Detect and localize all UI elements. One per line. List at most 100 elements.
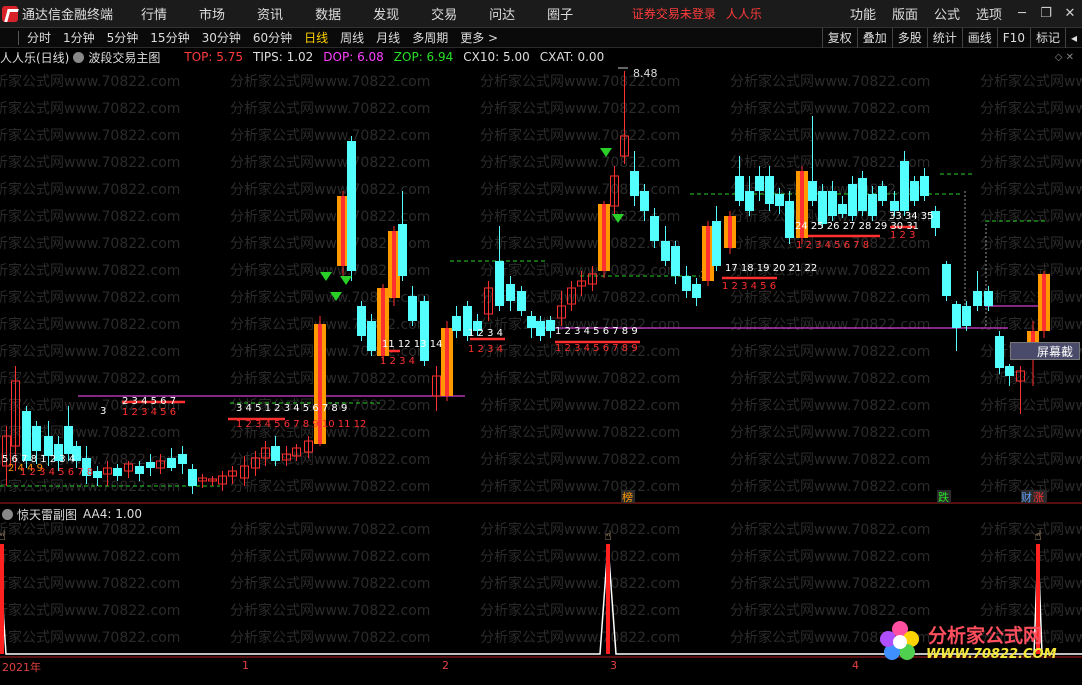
period-5min[interactable]: 5分钟 xyxy=(101,29,145,46)
menu-layout[interactable]: 版面 xyxy=(884,4,926,23)
candle-body-down xyxy=(536,321,545,336)
watermark-text: 分析家公式网www.70822.com xyxy=(480,100,680,117)
period-multi[interactable]: 多周期 xyxy=(406,29,454,46)
sub-dropdown-icon[interactable] xyxy=(2,508,13,520)
watermark-text: 分析家公式网www.70822.com xyxy=(730,397,930,414)
formula-dropdown-icon[interactable] xyxy=(73,51,85,63)
count-label: 11 12 13 14 xyxy=(382,339,442,350)
watermark-text: 分析家公式网www.70822.com xyxy=(730,478,930,495)
watermark-text: 分析家公式网www.70822.com xyxy=(730,370,930,387)
period-30min[interactable]: 30分钟 xyxy=(196,29,247,46)
screenshot-button[interactable]: 屏幕截 xyxy=(1010,342,1080,360)
candle-body-down xyxy=(900,161,909,211)
count-label: 1 2 3 xyxy=(890,230,915,241)
period-toolbar: 分时 1分钟 5分钟 15分钟 30分钟 60分钟 日线 周线 月线 多周期 更… xyxy=(0,27,1082,48)
tool-f10[interactable]: F10 xyxy=(996,27,1030,48)
period-weekly[interactable]: 周线 xyxy=(334,29,370,46)
tool-multi-stock[interactable]: 多股 xyxy=(891,27,927,48)
menu-trade[interactable]: 交易 xyxy=(415,4,473,23)
watermark-text: 分析家公式网www.70822.com xyxy=(730,575,930,592)
watermark-text: 分析家公式网www.70822.com xyxy=(230,370,430,387)
watermark-text: 分析家公式网www.70822.com xyxy=(230,521,430,538)
watermark-text: 分析家公式网www.70822.com xyxy=(980,548,1082,565)
watermark-text: 分析家公式网www.70822.com xyxy=(0,370,180,387)
watermark-text: 分析家公式网www.70822.com xyxy=(730,343,930,360)
watermark-text: 分析家公式网www.70822.com xyxy=(730,521,930,538)
tool-restore-rights[interactable]: 复权 xyxy=(821,27,857,48)
menu-market[interactable]: 行情 xyxy=(125,4,183,23)
candle-body-down xyxy=(838,204,847,214)
badge-bang[interactable]: 榜 xyxy=(622,490,633,504)
minimize-icon[interactable]: ─ xyxy=(1010,6,1034,21)
tool-statistics[interactable]: 统计 xyxy=(926,27,962,48)
candle-body-down xyxy=(818,191,827,224)
period-more[interactable]: 更多 > xyxy=(454,29,504,46)
watermark-text: 分析家公式网www.70822.com xyxy=(0,478,180,495)
candle-body-down xyxy=(93,471,102,478)
candle-body-down xyxy=(527,316,536,328)
menu-circle[interactable]: 圈子 xyxy=(531,4,589,23)
watermark-text: 分析家公式网www.70822.com xyxy=(230,289,430,306)
menu-discover[interactable]: 发现 xyxy=(357,4,415,23)
candle-body-down xyxy=(495,261,504,306)
watermark-text: 分析家公式网www.70822.com xyxy=(980,181,1082,198)
watermark-text: 分析家公式网www.70822.com xyxy=(0,208,180,225)
candle-body-core xyxy=(392,231,396,298)
close-icon[interactable]: ✕ xyxy=(1058,6,1082,21)
tool-collapse[interactable]: ◂ xyxy=(1064,27,1082,48)
menu-data[interactable]: 数据 xyxy=(299,4,357,23)
watermark-text: 分析家公式网www.70822.com xyxy=(0,262,180,279)
period-60min[interactable]: 60分钟 xyxy=(247,29,298,46)
axis-label-month-2: 2 xyxy=(442,659,449,672)
menu-options[interactable]: 选项 xyxy=(968,4,1010,23)
signal-spike-bar xyxy=(606,544,610,654)
menu-formula[interactable]: 公式 xyxy=(926,4,968,23)
menu-bar: 通达信金融终端 行情 市场 资讯 数据 发现 交易 问达 圈子 证券交易未登录 … xyxy=(0,0,1082,28)
flower-logo-icon xyxy=(880,621,919,660)
period-monthly[interactable]: 月线 xyxy=(370,29,406,46)
period-15min[interactable]: 15分钟 xyxy=(144,29,195,46)
high-price-label: 8.48 xyxy=(633,67,658,80)
watermark-text: 分析家公式网www.70822.com xyxy=(980,424,1082,441)
main-kline-chart[interactable]: 分析家公式网www.70822.com 分析家公式网www.70822.com 分析… xyxy=(0,66,1082,504)
candle-body-core xyxy=(445,328,449,396)
menu-markets[interactable]: 市场 xyxy=(183,4,241,23)
watermark-text: 分析家公式网www.70822.com xyxy=(0,127,180,144)
panel-settings-icon[interactable]: ◇ ✕ xyxy=(1055,52,1074,63)
indicator-dop: DOP: 6.08 xyxy=(323,50,384,64)
menu-ask[interactable]: 问达 xyxy=(473,4,531,23)
candle-body-down xyxy=(775,194,784,206)
candle-body-down xyxy=(44,436,53,456)
menu-news[interactable]: 资讯 xyxy=(241,4,299,23)
tool-draw[interactable]: 画线 xyxy=(961,27,997,48)
candle-body-down xyxy=(712,221,721,266)
tool-overlay[interactable]: 叠加 xyxy=(856,27,892,48)
watermark-text: 分析家公式网www.70822.com xyxy=(980,208,1082,225)
sub-title[interactable]: 惊天雷副图 xyxy=(17,506,77,523)
candle-body-down xyxy=(546,320,555,331)
watermark-text: 分析家公式网www.70822.com xyxy=(0,548,180,565)
candle-body-down xyxy=(357,306,366,336)
watermark-text: 分析家公式网www.70822.com xyxy=(480,548,680,565)
period-daily[interactable]: 日线 xyxy=(298,29,334,46)
badge-cai[interactable]: 财 xyxy=(1021,490,1032,504)
restore-icon[interactable]: ❐ xyxy=(1034,6,1058,21)
count-label: 1 2 3 4 xyxy=(468,328,503,339)
count-label: 17 18 19 20 21 22 xyxy=(725,263,817,274)
badge-zhang[interactable]: 涨 xyxy=(1033,491,1044,504)
period-1min[interactable]: 1分钟 xyxy=(57,29,101,46)
badge-die[interactable]: 跌 xyxy=(938,490,949,504)
candle-body-down xyxy=(517,291,526,311)
candle-body-down xyxy=(408,296,417,321)
menu-function[interactable]: 功能 xyxy=(842,4,884,23)
watermark-text: 分析家公式网www.70822.com xyxy=(980,316,1082,333)
user-name[interactable]: 人人乐 xyxy=(726,5,762,22)
login-status[interactable]: 证券交易未登录 xyxy=(632,5,716,22)
count-label: 1 2 3 4 xyxy=(380,356,415,367)
candle-body-down xyxy=(32,426,41,451)
period-intraday[interactable]: 分时 xyxy=(21,29,57,46)
candle-body-down xyxy=(808,181,817,201)
tool-mark[interactable]: 标记 xyxy=(1029,27,1065,48)
candle-body-down xyxy=(146,462,155,468)
formula-name[interactable]: 波段交易主图 xyxy=(88,49,160,66)
